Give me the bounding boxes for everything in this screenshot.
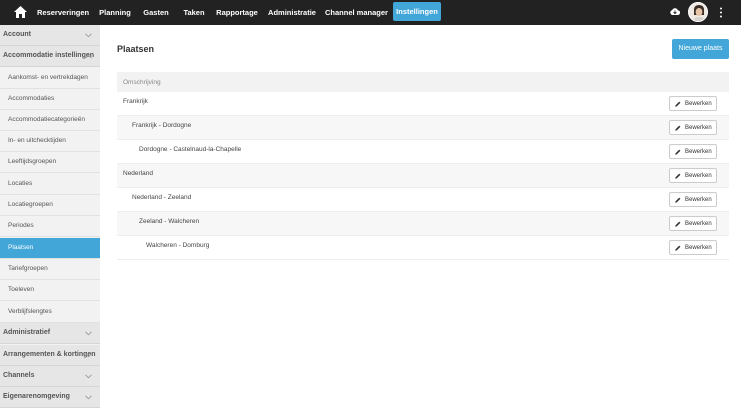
- edit-button[interactable]: Bewerken: [669, 216, 717, 231]
- nav-item-rapportage[interactable]: Rapportage: [216, 0, 258, 25]
- sidebar-item-accommodaties[interactable]: Accommodaties: [0, 89, 100, 110]
- sidebar-item-label: Periodes: [8, 222, 34, 229]
- table-row: Walcheren - Domburg Bewerken: [117, 236, 729, 260]
- sidebar-item-label: Toeleven: [8, 286, 35, 293]
- pencil-icon: [675, 101, 681, 107]
- place-name: Frankrijk - Dordogne: [132, 122, 192, 129]
- sidebar-item-locatiegroepen[interactable]: Locatiegroepen: [0, 195, 100, 216]
- sidebar-item-label: Verblijfslengtes: [8, 308, 52, 315]
- top-navigation-bar: Reserveringen Planning Gasten Taken Rapp…: [0, 0, 741, 25]
- chevron-down-icon: [85, 33, 92, 38]
- table-row: Dordogne - Castelnaud-la-Chapelle Bewerk…: [117, 140, 729, 164]
- nav-item-instellingen[interactable]: Instellingen: [393, 2, 441, 21]
- home-icon[interactable]: [14, 6, 27, 18]
- sidebar-item-label: In- en uitchecktijden: [8, 137, 66, 144]
- sidebar-item-accommodatiecategorieen[interactable]: Accommodatiecategorieën: [0, 110, 100, 131]
- sidebar-item-toeleven[interactable]: Toeleven: [0, 280, 100, 301]
- sidebar-item-label: Tariefgroepen: [8, 265, 48, 272]
- table-header: Omschrijving: [117, 72, 729, 92]
- edit-button-label: Bewerken: [685, 149, 712, 155]
- avatar[interactable]: [688, 2, 708, 22]
- place-name: Walcheren - Domburg: [146, 242, 210, 249]
- sidebar-item-leeftijdsgroepen[interactable]: Leeftijdsgroepen: [0, 152, 100, 173]
- place-name: Nederland - Zeeland: [132, 194, 192, 201]
- column-header-omschrijving: Omschrijving: [123, 79, 161, 86]
- nav-item-planning[interactable]: Planning: [98, 0, 132, 25]
- sidebar-item-periodes[interactable]: Periodes: [0, 216, 100, 237]
- edit-button[interactable]: Bewerken: [669, 168, 717, 183]
- chevron-down-icon: [85, 353, 92, 358]
- pencil-icon: [675, 245, 681, 251]
- pencil-icon: [675, 221, 681, 227]
- edit-button-label: Bewerken: [685, 125, 712, 131]
- sidebar-section-eigenarenomgeving[interactable]: Eigenarenomgeving: [0, 387, 100, 408]
- sidebar-section-label: Accommodatie instellingen: [3, 52, 95, 59]
- sidebar-item-locaties[interactable]: Locaties: [0, 174, 100, 195]
- cloud-download-icon[interactable]: [670, 7, 680, 16]
- nav-item-gasten[interactable]: Gasten: [141, 0, 171, 25]
- table-row: Nederland Bewerken: [117, 164, 729, 188]
- sidebar-item-label: Locaties: [8, 180, 33, 187]
- edit-button[interactable]: Bewerken: [669, 240, 717, 255]
- sidebar-item-label: Plaatsen: [8, 244, 34, 251]
- chevron-down-icon: [85, 331, 92, 336]
- place-name: Dordogne - Castelnaud-la-Chapelle: [139, 146, 242, 153]
- pencil-icon: [675, 173, 681, 179]
- page-title: Plaatsen: [117, 44, 155, 54]
- sidebar-section-accommodatie-instellingen[interactable]: Accommodatie instellingen: [0, 46, 100, 67]
- sidebar-item-label: Locatiegroepen: [8, 201, 53, 208]
- edit-button-label: Bewerken: [685, 173, 712, 179]
- sidebar-section-administratief[interactable]: Administratief: [0, 323, 100, 344]
- sidebar-item-label: Accommodaties: [8, 95, 55, 102]
- sidebar-item-label: Aankomst- en vertrekdagen: [8, 74, 88, 81]
- sidebar-section-label: Eigenarenomgeving: [3, 393, 70, 400]
- sidebar-section-label: Arrangementen & kortingen: [3, 351, 96, 358]
- table-row: Frankrijk Bewerken: [117, 92, 729, 116]
- pencil-icon: [675, 197, 681, 203]
- nav-item-channel-manager[interactable]: Channel manager: [325, 0, 388, 25]
- nav-item-taken[interactable]: Taken: [180, 0, 208, 25]
- edit-button[interactable]: Bewerken: [669, 192, 717, 207]
- table-row: Zeeland - Walcheren Bewerken: [117, 212, 729, 236]
- place-name: Zeeland - Walcheren: [139, 218, 200, 225]
- sidebar-item-label: Leeftijdsgroepen: [8, 158, 57, 165]
- sidebar-section-label: Account: [3, 31, 31, 38]
- edit-button-label: Bewerken: [685, 101, 712, 107]
- pencil-icon: [675, 125, 681, 131]
- sidebar-item-tariefgroepen[interactable]: Tariefgroepen: [0, 259, 100, 280]
- edit-button-label: Bewerken: [685, 221, 712, 227]
- place-name: Nederland: [123, 170, 153, 177]
- sidebar-section-channels[interactable]: Channels: [0, 366, 100, 387]
- sidebar-item-verblijfslengtes[interactable]: Verblijfslengtes: [0, 302, 100, 323]
- edit-button[interactable]: Bewerken: [669, 144, 717, 159]
- nav-item-reserveringen[interactable]: Reserveringen: [37, 0, 89, 25]
- place-name: Frankrijk: [123, 98, 148, 105]
- sidebar-section-arrangementen-kortingen[interactable]: Arrangementen & kortingen: [0, 345, 100, 366]
- chevron-up-icon: [85, 54, 92, 59]
- sidebar-item-label: Accommodatiecategorieën: [8, 116, 85, 123]
- table-row: Nederland - Zeeland Bewerken: [117, 188, 729, 212]
- edit-button[interactable]: Bewerken: [669, 96, 717, 111]
- more-vertical-icon[interactable]: [719, 7, 723, 18]
- table-row: Frankrijk - Dordogne Bewerken: [117, 116, 729, 140]
- new-place-button[interactable]: Nieuwe plaats: [672, 39, 729, 59]
- settings-sidebar: Account Accommodatie instellingen Aankom…: [0, 25, 100, 408]
- sidebar-item-aankomst-en-vertrekdagen[interactable]: Aankomst- en vertrekdagen: [0, 68, 100, 89]
- sidebar-item-plaatsen[interactable]: Plaatsen: [0, 238, 100, 259]
- edit-button-label: Bewerken: [685, 245, 712, 251]
- nav-item-administratie[interactable]: Administratie: [268, 0, 316, 25]
- sidebar-item-in-en-uitchecktijden[interactable]: In- en uitchecktijden: [0, 131, 100, 152]
- pencil-icon: [675, 149, 681, 155]
- sidebar-section-label: Channels: [3, 372, 35, 379]
- chevron-down-icon: [85, 395, 92, 400]
- sidebar-section-label: Administratief: [3, 329, 51, 336]
- edit-button-label: Bewerken: [685, 197, 712, 203]
- user-photo-icon: [689, 3, 707, 21]
- edit-button[interactable]: Bewerken: [669, 120, 717, 135]
- chevron-down-icon: [85, 374, 92, 379]
- sidebar-section-account[interactable]: Account: [0, 25, 100, 46]
